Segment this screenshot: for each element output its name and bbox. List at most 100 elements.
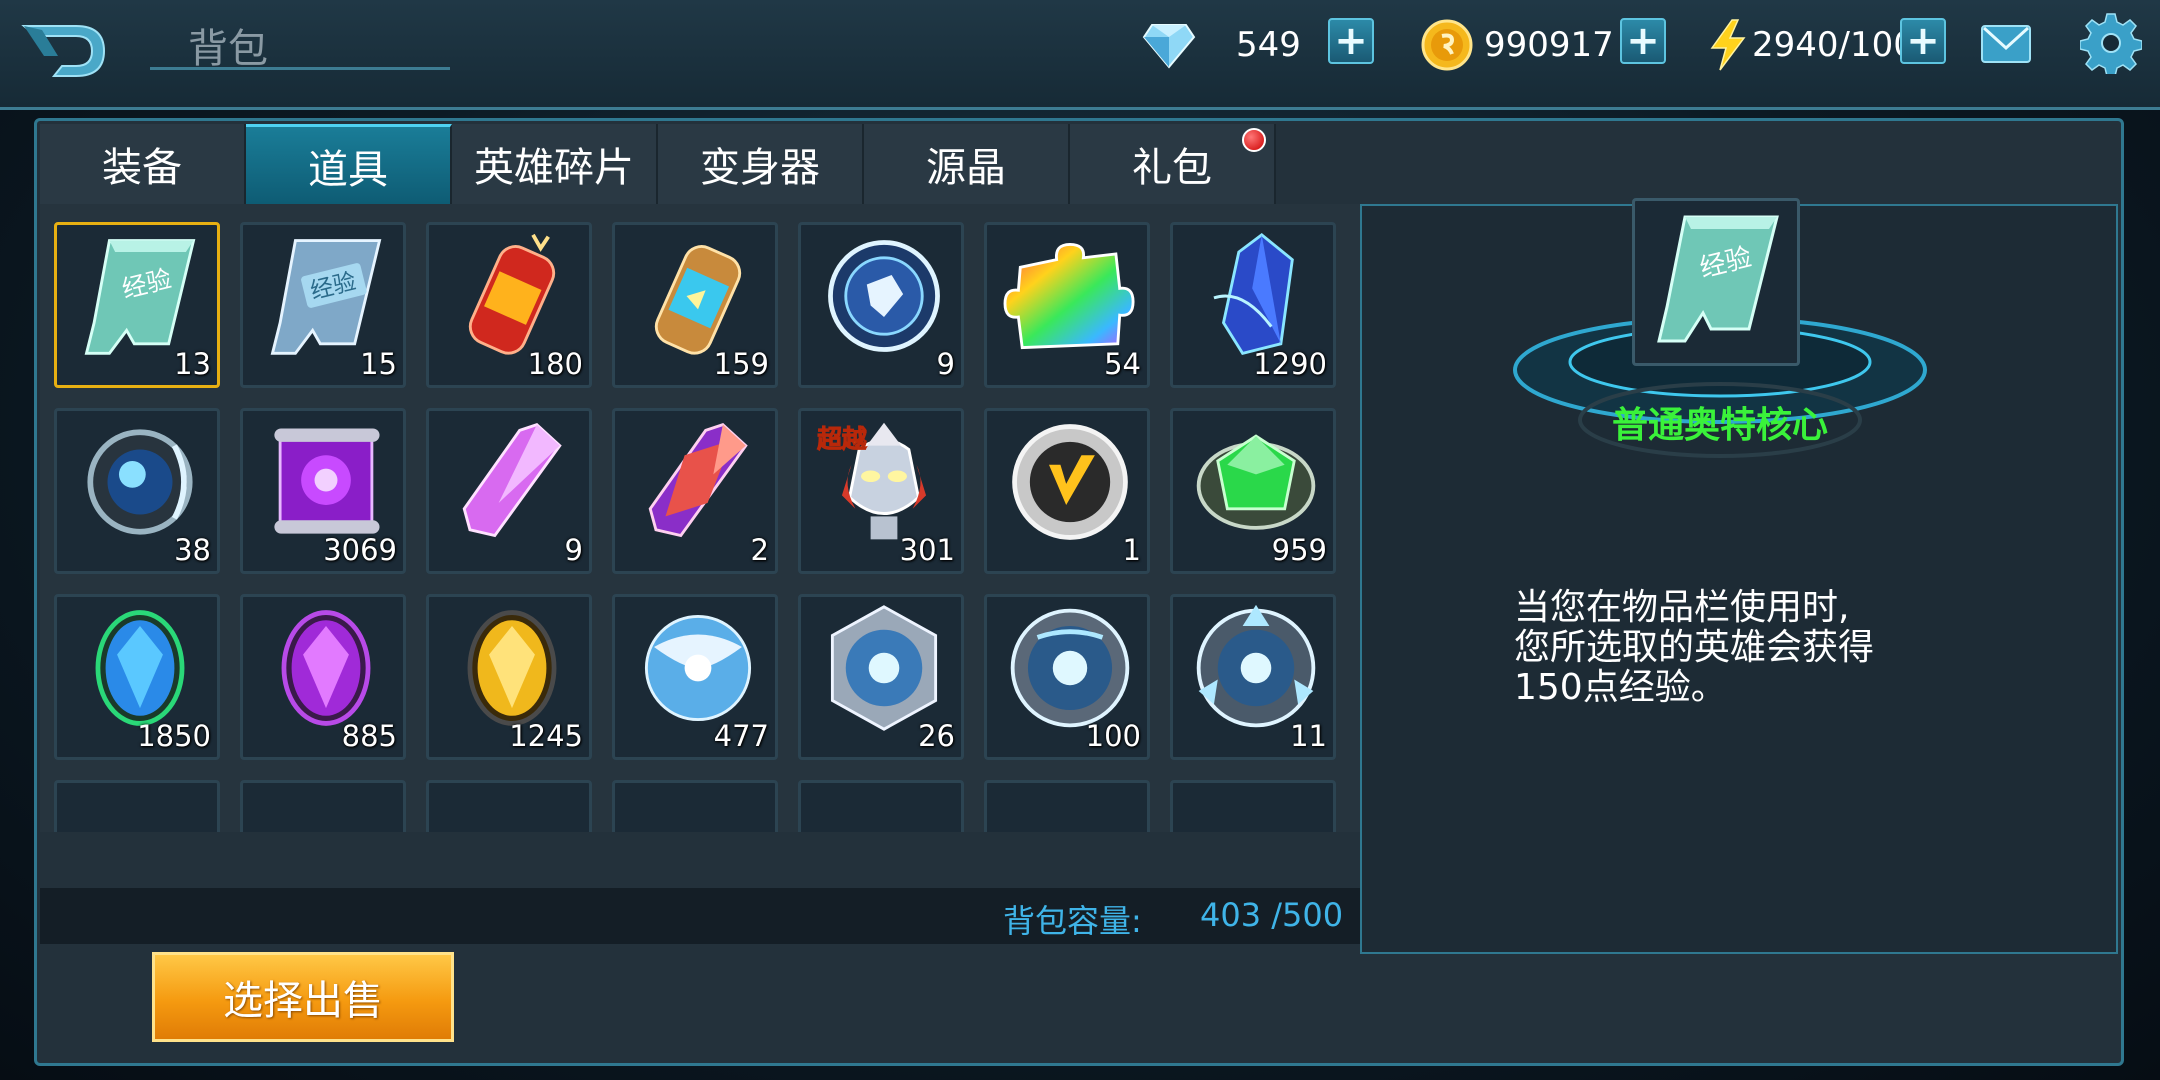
blue-energy-core-ring-icon bbox=[1010, 608, 1130, 728]
capacity-label: 背包容量: bbox=[1003, 902, 1142, 940]
blue-energy-core-silver-icon bbox=[830, 605, 938, 731]
description-line: 当您在物品栏使用时, bbox=[1514, 587, 1850, 628]
silver-crown-icon bbox=[67, 789, 213, 832]
item-count: 9 bbox=[564, 533, 583, 567]
tab-label: 英雄碎片 bbox=[474, 145, 634, 191]
item-slot[interactable]: 经验 15 bbox=[240, 222, 406, 388]
selected-item-preview: 经验 bbox=[1632, 198, 1800, 366]
item-count: 885 bbox=[341, 719, 397, 753]
energy-count: 2940/100 bbox=[1752, 25, 1915, 65]
ultraman-head-icon: 超越 bbox=[817, 422, 927, 540]
item-count: 2 bbox=[750, 533, 769, 567]
item-slot[interactable] bbox=[1170, 780, 1336, 832]
item-slot[interactable]: 11 bbox=[1170, 594, 1336, 760]
blue-energy-sphere-icon bbox=[644, 614, 752, 722]
pink-crystal-icon bbox=[462, 423, 562, 538]
exp-card-blue-icon: 经验 bbox=[270, 239, 382, 355]
top-bar: 背包 549 + 990917 + 2940/100 + bbox=[0, 0, 2160, 110]
tab-source-crystal[interactable]: 源晶 bbox=[864, 124, 1070, 204]
item-slot[interactable]: 1850 bbox=[54, 594, 220, 760]
blue-energy-core-crown-icon bbox=[1196, 604, 1316, 728]
item-count: 1850 bbox=[137, 719, 211, 753]
tab-hero-fragments[interactable]: 英雄碎片 bbox=[452, 124, 658, 204]
item-count: 15 bbox=[360, 347, 397, 381]
blue-item-icon bbox=[439, 789, 585, 832]
red-crystal-icon bbox=[648, 423, 748, 538]
item-count: 11 bbox=[1290, 719, 1327, 753]
diamond-icon bbox=[1142, 18, 1196, 72]
item-count: 38 bbox=[174, 533, 211, 567]
item-count: 180 bbox=[527, 347, 583, 381]
inventory-tabs: 装备 道具 英雄碎片 变身器 源晶 礼包 bbox=[40, 124, 1276, 204]
item-slot[interactable]: 2 bbox=[612, 408, 778, 574]
item-count: 54 bbox=[1104, 347, 1141, 381]
capacity-value: 403 /500 bbox=[1200, 896, 1344, 934]
gold-resource: 990917 bbox=[1420, 18, 1614, 72]
item-slot[interactable]: 超越 301 bbox=[798, 408, 964, 574]
tab-label: 源晶 bbox=[926, 145, 1006, 191]
item-slot[interactable] bbox=[612, 780, 778, 832]
description-line: 150点经验。 bbox=[1514, 667, 1727, 708]
item-slot[interactable]: 38 bbox=[54, 408, 220, 574]
item-slot[interactable]: 1245 bbox=[426, 594, 592, 760]
item-count: 13 bbox=[174, 347, 211, 381]
item-slot[interactable]: 26 bbox=[798, 594, 964, 760]
purple-oval-gem-icon bbox=[281, 610, 371, 726]
gear-icon[interactable] bbox=[2080, 12, 2142, 74]
gold-count: 990917 bbox=[1484, 25, 1614, 65]
gold-coin-icon bbox=[1420, 18, 1474, 72]
item-slot[interactable]: 3069 bbox=[240, 408, 406, 574]
blue-oval-gem-icon bbox=[95, 610, 185, 726]
item-slot[interactable]: 959 bbox=[1170, 408, 1336, 574]
item-slot[interactable]: 经验 13 bbox=[54, 222, 220, 388]
item-slot[interactable]: 100 bbox=[984, 594, 1150, 760]
tab-label: 礼包 bbox=[1132, 145, 1212, 191]
item-grid: 经验 13 经验 15 180 159 9 54 1290 38 3069 9 2 超越 301 1 959 18… bbox=[54, 222, 1336, 832]
item-count: 959 bbox=[1271, 533, 1327, 567]
back-arrow-icon[interactable] bbox=[14, 16, 114, 86]
tab-label: 装备 bbox=[102, 145, 182, 191]
tab-label: 道具 bbox=[308, 146, 388, 193]
item-slot[interactable] bbox=[240, 780, 406, 832]
item-slot[interactable]: 477 bbox=[612, 594, 778, 760]
tab-gift-pack[interactable]: 礼包 bbox=[1070, 124, 1276, 204]
mail-icon[interactable] bbox=[1980, 20, 2032, 68]
item-slot[interactable] bbox=[798, 780, 964, 832]
item-slot[interactable]: 9 bbox=[798, 222, 964, 388]
diamond-count: 549 bbox=[1236, 25, 1301, 65]
item-count: 1245 bbox=[509, 719, 583, 753]
item-slot[interactable]: 9 bbox=[426, 408, 592, 574]
energy-resource: 2940/100 bbox=[1706, 18, 1915, 72]
item-count: 9 bbox=[936, 347, 955, 381]
item-count: 1 bbox=[1122, 533, 1141, 567]
item-count: 477 bbox=[713, 719, 769, 753]
notification-dot bbox=[1242, 128, 1266, 152]
svg-text:超越: 超越 bbox=[817, 425, 867, 454]
item-count: 159 bbox=[713, 347, 769, 381]
add-diamond-button[interactable]: + bbox=[1328, 18, 1374, 64]
item-slot[interactable]: 885 bbox=[240, 594, 406, 760]
item-slot[interactable]: 1 bbox=[984, 408, 1150, 574]
selected-item-description: 当您在物品栏使用时, 您所选取的英雄会获得 150点经验。 bbox=[1514, 588, 1934, 708]
exp-card-green-icon: 经验 bbox=[1657, 215, 1779, 343]
item-slot[interactable]: 54 bbox=[984, 222, 1150, 388]
item-slot[interactable]: 1290 bbox=[1170, 222, 1336, 388]
item-slot[interactable] bbox=[984, 780, 1150, 832]
item-slot[interactable]: 180 bbox=[426, 222, 592, 388]
select-sell-button[interactable]: 选择出售 bbox=[152, 952, 454, 1042]
item-slot[interactable]: 159 bbox=[612, 222, 778, 388]
item-count: 3069 bbox=[323, 533, 397, 567]
add-gold-button[interactable]: + bbox=[1620, 18, 1666, 64]
selected-item-name: 普通奥特核心 bbox=[1611, 405, 1828, 446]
item-slot[interactable] bbox=[54, 780, 220, 832]
blue-crystal-shard-icon bbox=[1213, 233, 1294, 355]
tab-items[interactable]: 道具 bbox=[246, 124, 452, 204]
diamond-resource: 549 bbox=[1142, 18, 1301, 72]
add-energy-button[interactable]: + bbox=[1900, 18, 1946, 64]
blue-core-orb-icon bbox=[87, 429, 193, 535]
exp-card-green-icon: 经验 bbox=[84, 239, 196, 355]
tab-transformer[interactable]: 变身器 bbox=[658, 124, 864, 204]
item-slot[interactable] bbox=[426, 780, 592, 832]
item-grid-panel[interactable]: 经验 13 经验 15 180 159 9 54 1290 38 3069 9 2 超越 301 1 959 18… bbox=[40, 204, 1360, 832]
tab-equipment[interactable]: 装备 bbox=[40, 124, 246, 204]
